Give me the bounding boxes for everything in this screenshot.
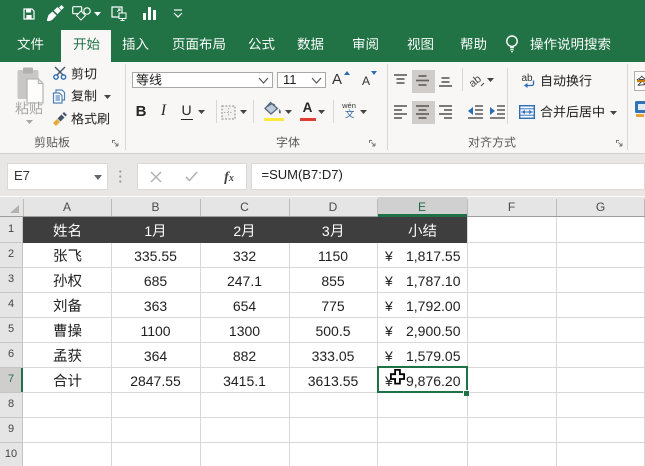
svg-text:ab: ab — [467, 73, 484, 90]
svg-text:ab: ab — [522, 73, 534, 84]
